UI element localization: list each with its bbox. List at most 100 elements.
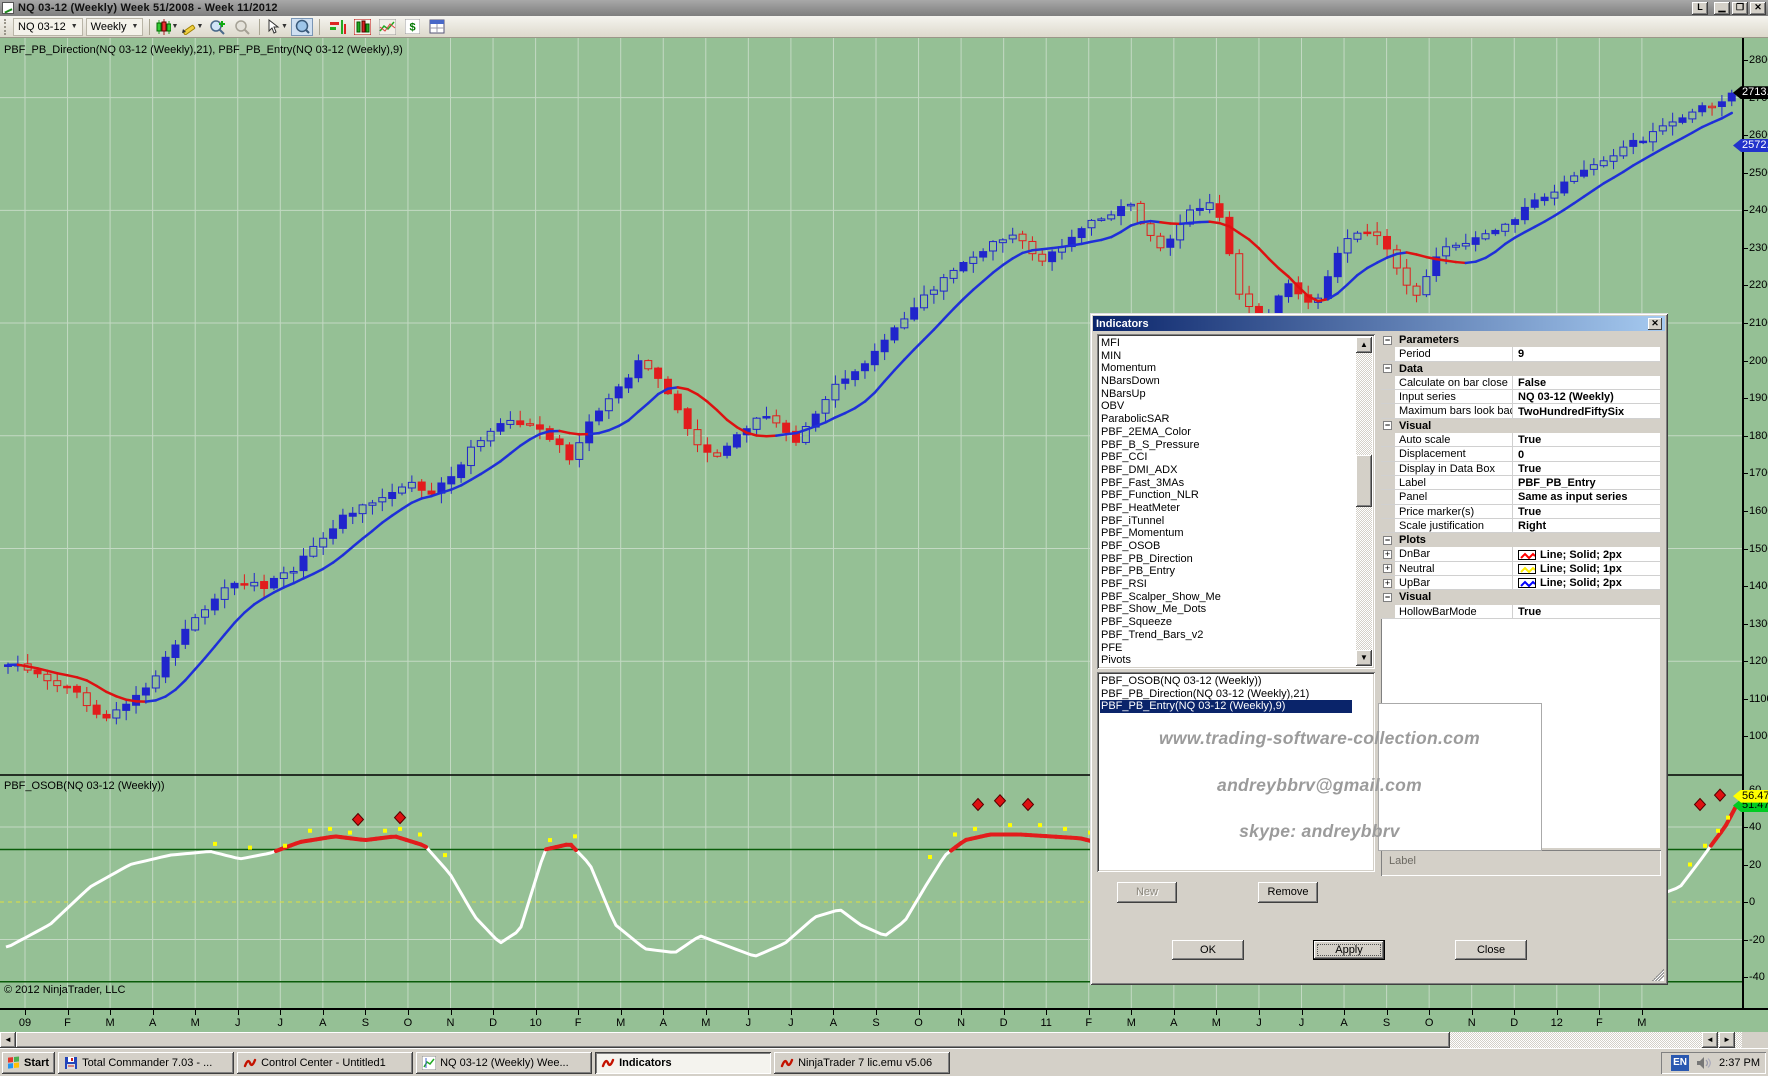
- data-box-button[interactable]: [291, 18, 313, 36]
- scroll-up-button[interactable]: ▲: [1356, 337, 1372, 353]
- scroll-forward-button[interactable]: ►: [1719, 1032, 1735, 1048]
- line-chart-button[interactable]: [376, 18, 398, 36]
- property-row[interactable]: Maximum bars look backTwoHundredFiftySix: [1381, 404, 1661, 418]
- toolbar-grip[interactable]: [4, 19, 7, 35]
- drawing-tools-button[interactable]: ▼: [181, 18, 203, 36]
- property-row[interactable]: Calculate on bar closeFalse: [1381, 376, 1661, 390]
- ok-button[interactable]: OK: [1172, 940, 1244, 960]
- price-axis[interactable]: 2800.002700.002600.002500.002400.002300.…: [1742, 38, 1768, 1010]
- indicator-list-item[interactable]: PBF_2EMA_Color: [1100, 426, 1352, 439]
- dialog-titlebar[interactable]: Indicators ✕: [1093, 316, 1665, 331]
- indicator-list-item[interactable]: PBF_Scalper_Show_Me: [1100, 591, 1352, 604]
- indicator-list-item[interactable]: ParabolicSAR: [1100, 413, 1352, 426]
- chart-style-button[interactable]: ▼: [156, 18, 178, 36]
- dialog-resize-grip[interactable]: [1652, 969, 1664, 981]
- collapse-icon[interactable]: −: [1383, 536, 1392, 545]
- property-row[interactable]: Display in Data BoxTrue: [1381, 462, 1661, 476]
- property-value[interactable]: PBF_PB_Entry: [1513, 476, 1661, 489]
- indicator-list-item[interactable]: PBF_Momentum: [1100, 527, 1352, 540]
- instrument-selector[interactable]: NQ 03-12 ▼: [13, 18, 83, 36]
- property-row[interactable]: Auto scaleTrue: [1381, 433, 1661, 447]
- remove-button[interactable]: Remove: [1258, 882, 1318, 903]
- taskbar-task-1[interactable]: Total Commander 7.03 - ...: [58, 1052, 234, 1074]
- language-indicator[interactable]: EN: [1671, 1055, 1689, 1071]
- data-grid-button[interactable]: [426, 18, 448, 36]
- indicator-list-item[interactable]: Pivots: [1100, 654, 1352, 667]
- indicator-list-item[interactable]: PBF_Squeeze: [1100, 616, 1352, 629]
- property-value[interactable]: NQ 03-12 (Weekly): [1513, 390, 1661, 403]
- dialog-close-button[interactable]: ✕: [1648, 318, 1662, 330]
- taskbar-task-5[interactable]: NinjaTrader 7 lic.emu v5.06: [774, 1052, 950, 1074]
- horizontal-scrollbar[interactable]: ◄ ◄ ►: [0, 1032, 1768, 1048]
- property-row[interactable]: LabelPBF_PB_Entry: [1381, 476, 1661, 490]
- close-button[interactable]: Close: [1455, 940, 1527, 960]
- configured-indicator-item[interactable]: PBF_PB_Entry(NQ 03-12 (Weekly),9): [1100, 700, 1352, 713]
- indicator-list-item[interactable]: PBF_Function_NLR: [1100, 489, 1352, 502]
- property-row[interactable]: PanelSame as input series: [1381, 490, 1661, 504]
- property-value[interactable]: TwoHundredFiftySix: [1513, 404, 1661, 417]
- link-button[interactable]: L: [1692, 2, 1708, 15]
- scroll-thumb[interactable]: [16, 1032, 1450, 1048]
- configured-indicator-item[interactable]: PBF_OSOB(NQ 03-12 (Weekly)): [1100, 675, 1352, 688]
- list-scrollbar[interactable]: ▲ ▼: [1356, 337, 1372, 666]
- scroll-left-button[interactable]: ◄: [0, 1032, 16, 1048]
- property-row[interactable]: Period9: [1381, 347, 1661, 361]
- indicator-list-item[interactable]: PBF_RSI: [1100, 578, 1352, 591]
- indicator-list-item[interactable]: PBF_DMI_ADX: [1100, 464, 1352, 477]
- property-value[interactable]: Same as input series: [1513, 490, 1661, 503]
- indicator-list-item[interactable]: PBF_Show_Me_Dots: [1100, 603, 1352, 616]
- new-button[interactable]: New: [1117, 882, 1177, 903]
- cursor-button[interactable]: ▼: [266, 18, 288, 36]
- apply-button[interactable]: Apply: [1313, 940, 1385, 960]
- close-button[interactable]: ✕: [1750, 2, 1766, 15]
- collapse-icon[interactable]: −: [1383, 421, 1392, 430]
- indicator-panel-button[interactable]: [326, 18, 348, 36]
- collapse-icon[interactable]: −: [1383, 336, 1392, 345]
- property-value[interactable]: True: [1513, 605, 1661, 618]
- indicator-list-item[interactable]: MFI: [1100, 337, 1352, 350]
- property-row[interactable]: Price marker(s)True: [1381, 505, 1661, 519]
- collapse-icon[interactable]: −: [1383, 593, 1392, 602]
- time-axis[interactable]: 09FMAMJJASOND10FMAMJJASOND11FMAMJJASOND1…: [0, 1008, 1768, 1032]
- scroll-down-button[interactable]: ▼: [1356, 650, 1372, 666]
- indicator-list-item[interactable]: Momentum: [1100, 362, 1352, 375]
- property-group-row[interactable]: −Plots: [1381, 533, 1661, 547]
- expand-icon[interactable]: +: [1383, 550, 1392, 559]
- chart-window-button[interactable]: [351, 18, 373, 36]
- zoom-in-button[interactable]: [206, 18, 228, 36]
- indicator-list-item[interactable]: PBF_Fast_3MAs: [1100, 477, 1352, 490]
- start-button[interactable]: Start: [2, 1052, 55, 1074]
- property-value[interactable]: True: [1513, 462, 1661, 475]
- speaker-icon[interactable]: [1696, 1056, 1712, 1070]
- indicator-list-item[interactable]: PBF_OSOB: [1100, 540, 1352, 553]
- taskbar-task-2[interactable]: Control Center - Untitled1: [237, 1052, 413, 1074]
- zoom-out-button[interactable]: [231, 18, 253, 36]
- period-selector[interactable]: Weekly ▼: [86, 18, 144, 36]
- indicator-list-item[interactable]: PBF_PB_Entry: [1100, 565, 1352, 578]
- property-row[interactable]: Input seriesNQ 03-12 (Weekly): [1381, 390, 1661, 404]
- restore-button[interactable]: ❐: [1732, 2, 1748, 15]
- property-value[interactable]: 0: [1513, 447, 1661, 460]
- property-row[interactable]: +UpBarLine; Solid; 2px: [1381, 576, 1661, 590]
- collapse-icon[interactable]: −: [1383, 364, 1392, 373]
- property-row[interactable]: +DnBarLine; Solid; 2px: [1381, 547, 1661, 561]
- account-button[interactable]: $: [401, 18, 423, 36]
- scroll-back-button[interactable]: ◄: [1702, 1032, 1718, 1048]
- indicator-list-item[interactable]: PBF_HeatMeter: [1100, 502, 1352, 515]
- indicator-list-item[interactable]: PBF_PB_Direction: [1100, 553, 1352, 566]
- property-value[interactable]: Right: [1513, 519, 1661, 532]
- configured-indicator-item[interactable]: PBF_PB_Direction(NQ 03-12 (Weekly),21): [1100, 688, 1352, 701]
- property-group-row[interactable]: −Data: [1381, 362, 1661, 376]
- indicator-list-item[interactable]: OBV: [1100, 400, 1352, 413]
- property-row[interactable]: HollowBarModeTrue: [1381, 605, 1661, 619]
- indicator-list-item[interactable]: NBarsDown: [1100, 375, 1352, 388]
- minimize-button[interactable]: ▁: [1714, 2, 1730, 15]
- configured-indicators-list[interactable]: PBF_OSOB(NQ 03-12 (Weekly))PBF_PB_Direct…: [1097, 672, 1375, 872]
- property-row[interactable]: Scale justificationRight: [1381, 519, 1661, 533]
- indicator-list-item[interactable]: PFE: [1100, 642, 1352, 655]
- taskbar-task-3[interactable]: NQ 03-12 (Weekly) Wee...: [416, 1052, 592, 1074]
- expand-icon[interactable]: +: [1383, 564, 1392, 573]
- indicator-list-item[interactable]: PBF_Trend_Bars_v2: [1100, 629, 1352, 642]
- available-indicators-list[interactable]: MFIMINMomentumNBarsDownNBarsUpOBVParabol…: [1097, 334, 1375, 669]
- indicator-list-item[interactable]: MIN: [1100, 350, 1352, 363]
